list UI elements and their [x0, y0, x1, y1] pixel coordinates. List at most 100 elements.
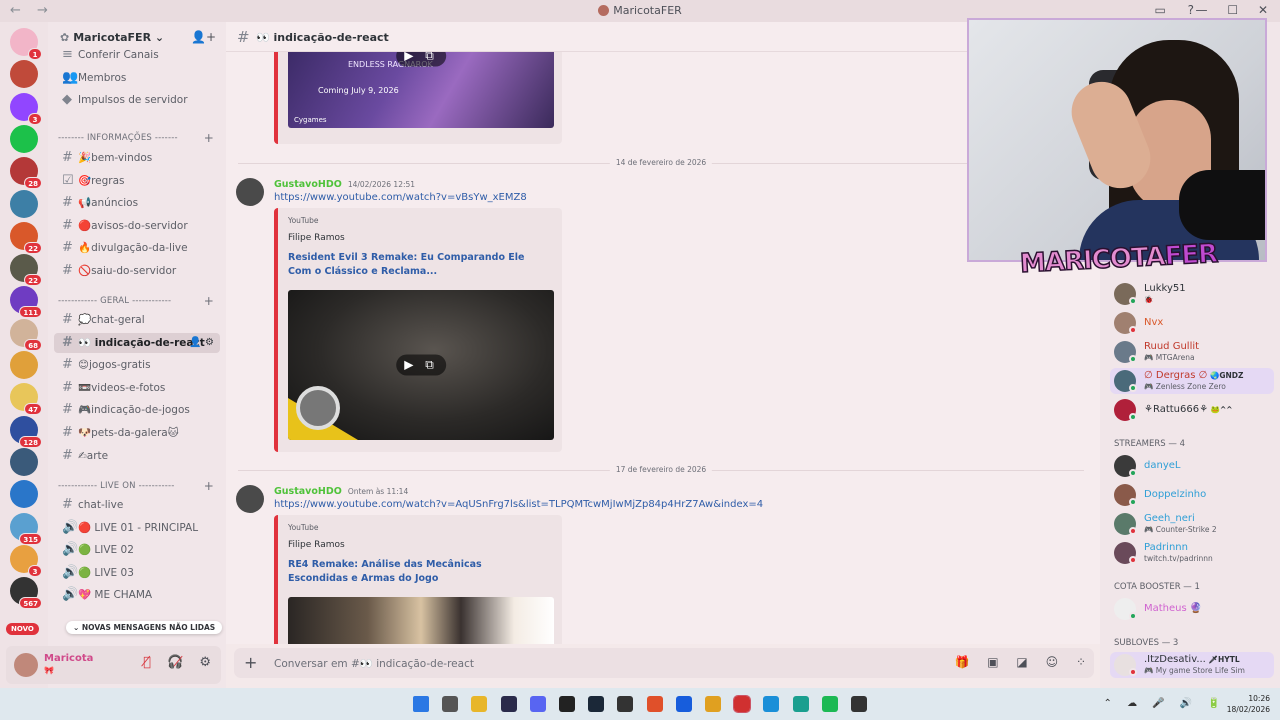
server-icon-server-a[interactable] [10, 60, 38, 89]
minimize-button[interactable]: — [1196, 3, 1208, 17]
server-icon-server-n[interactable]: 3 [10, 544, 42, 577]
app-icon[interactable] [851, 696, 867, 712]
inbox-icon[interactable]: ▭ [1154, 3, 1165, 17]
message-composer[interactable]: + Conversar em #👀 indicação-de-react 🎁 ▣… [234, 648, 1094, 678]
deafen-icon[interactable]: 🎧̸ [167, 655, 183, 670]
channel-1[interactable]: ☑ 🎯regras [54, 171, 220, 191]
discord-icon[interactable] [529, 696, 546, 712]
server-icon-server-twitch[interactable]: 3 [10, 92, 42, 125]
channel-2[interactable]: # 📢anúncios [54, 193, 220, 213]
explorer-icon[interactable] [471, 696, 488, 712]
channel-geral-0[interactable]: # 💭chat-geral [54, 310, 220, 330]
sidebar-item-2[interactable]: ◆ Impulsos de servidor [54, 90, 220, 110]
server-icon-server-l[interactable] [10, 480, 38, 509]
message-author[interactable]: GustavoHDO 14/02/2026 12:51 [274, 179, 415, 190]
server-icon-server-j[interactable]: 128 [10, 415, 42, 448]
video-thumbnail[interactable]: ▶ ⧉ [288, 290, 554, 440]
voice-channel-2[interactable]: 🔊🟢 LIVE 02 [54, 540, 220, 560]
channel-category[interactable]: -------- INFORMAÇÕES ------- + [58, 131, 218, 145]
sticker-icon[interactable]: ◪ [1016, 655, 1027, 669]
member-item[interactable]: Geeh_neri 🎮 Counter-Strike 2 [1114, 511, 1276, 537]
message-author[interactable]: GustavoHDO Ontem às 11:14 [274, 486, 408, 497]
clock[interactable]: 10:26 18/02/2026 [1227, 693, 1270, 715]
server-icon-server-b[interactable]: 28 [10, 157, 42, 190]
voice-channel-3[interactable]: 🔊🟢 LIVE 03 [54, 563, 220, 583]
new-messages-pill[interactable]: ⌄ NOVAS MENSAGENS NÃO LIDAS [66, 621, 223, 634]
server-icon-server-h[interactable] [10, 351, 38, 379]
bitwarden-icon[interactable] [675, 696, 692, 712]
channel-geral-1[interactable]: # 👀 indicação-de-react 👤 ⚙ [54, 332, 220, 353]
video-thumbnail[interactable]: ENDLESS RAGNAROK Coming July 9, 2026 Cyg… [288, 52, 554, 128]
channel-geral-2[interactable]: # 😊jogos-gratis [54, 355, 220, 375]
server-icon-server-g[interactable]: 68 [10, 318, 42, 351]
add-channel-icon[interactable]: + [204, 479, 214, 493]
play-icon[interactable]: ▶ ⧉ [396, 52, 446, 67]
chrome-icon[interactable] [705, 696, 721, 712]
avatar[interactable] [236, 485, 264, 513]
emoji-icon[interactable]: ☺ [1046, 655, 1059, 669]
invite-icon[interactable]: 👤+ [191, 30, 216, 44]
embed-author[interactable]: Filipe Ramos [288, 540, 345, 550]
server-icon-server-d[interactable]: 22 [10, 221, 42, 254]
member-item[interactable]: ∅ Dergras ∅ 🌏GNDZ 🎮 Zenless Zone Zero [1110, 368, 1274, 394]
system-tray[interactable]: ⌃ ☁ 🎤 🔊 🔋 [1104, 698, 1226, 709]
sidebar-item-0[interactable]: ≡ Conferir Canais [54, 45, 220, 65]
voice-channel-0[interactable]: # chat-live [54, 495, 220, 515]
channel-5[interactable]: # 🚫saiu-do-servidor [54, 261, 220, 281]
member-item[interactable]: Nvx [1114, 310, 1276, 336]
server-icon-server-k2[interactable] [10, 447, 38, 476]
gif-icon[interactable]: ▣ [987, 655, 998, 669]
member-item[interactable]: .ItzDesativ... 🗡HYTL 🎮 My game Store Life… [1110, 652, 1274, 678]
embed-title[interactable]: Resident Evil 3 Remake: Eu Comparando El… [288, 251, 538, 279]
terminal-icon[interactable] [500, 696, 517, 712]
server-icon-server-e[interactable]: 22 [10, 254, 42, 287]
server-icon-server-o[interactable]: 567 [10, 577, 42, 610]
member-item[interactable]: Padrinnn twitch.tv/padrinnn [1114, 540, 1276, 566]
avatar[interactable] [236, 178, 264, 206]
channel-geral-5[interactable]: # 🐶pets-da-galera🐱 [54, 423, 220, 443]
opera-icon[interactable] [733, 695, 752, 713]
member-item[interactable]: Ruud Gullit 🎮 MTGArena [1114, 339, 1276, 365]
message-link[interactable]: https://www.youtube.com/watch?v=AqUSnFrg… [274, 499, 763, 510]
server-icon-server-f[interactable]: 111 [10, 286, 42, 319]
channel-category[interactable]: ------------ LIVE ON ----------- + [58, 479, 218, 493]
close-button[interactable]: ✕ [1258, 3, 1268, 17]
voice-channel-1[interactable]: 🔊🔴 LIVE 01 - PRINCIPAL [54, 518, 220, 538]
mic-muted-icon[interactable]: 🎙̸ [143, 655, 151, 670]
epic-icon[interactable] [559, 696, 575, 712]
gear-icon[interactable]: ⚙ [199, 655, 211, 670]
embed-author[interactable]: Filipe Ramos [288, 233, 345, 243]
user-name[interactable]: Maricota [44, 653, 93, 664]
apps-icon[interactable]: ⁘ [1076, 655, 1086, 669]
member-item[interactable]: ⚘Rattu666⚘ 🐸^^ [1114, 397, 1276, 423]
obs-icon[interactable] [617, 696, 634, 712]
channel-geral-4[interactable]: # 🎮indicação-de-jogos [54, 400, 220, 420]
member-item[interactable]: danyeL [1114, 453, 1276, 479]
embed-title[interactable]: RE4 Remake: Análise das Mecânicas Escond… [288, 558, 538, 586]
channel-geral-6[interactable]: # ✍arte [54, 446, 220, 466]
channel-3[interactable]: # 🔴avisos-do-servidor [54, 216, 220, 236]
channel-geral-3[interactable]: # 📼videos-e-fotos [54, 378, 220, 398]
voice-channel-4[interactable]: 🔊💖 ME CHAMA [54, 585, 220, 605]
server-icon-server-k[interactable] [10, 124, 38, 153]
channel-0[interactable]: # 🎉bem-vindos [54, 148, 220, 168]
gift-icon[interactable]: 🎁 [954, 655, 969, 669]
server-icon-server-i[interactable]: 47 [10, 383, 42, 416]
add-channel-icon[interactable]: + [204, 131, 214, 145]
server-icon-dm-home[interactable]: 1 [10, 28, 42, 60]
channel-category[interactable]: ------------ GERAL ------------ + [58, 294, 218, 308]
channel-4[interactable]: # 🔥divulgação-da-live [54, 238, 220, 258]
channel-settings-icon[interactable]: 👤 ⚙ [189, 333, 214, 353]
message-link[interactable]: https://www.youtube.com/watch?v=vBsYw_xE… [274, 192, 527, 203]
message-input[interactable]: Conversar em #👀 indicação-de-react [274, 657, 474, 670]
play-icon[interactable]: ▶ ⧉ [396, 354, 446, 376]
windows-icon[interactable] [413, 696, 429, 712]
member-item[interactable]: Lukky51 🐞 [1114, 281, 1276, 307]
sidebar-item-1[interactable]: 👥Membros [54, 68, 220, 88]
spotify-icon[interactable] [821, 696, 838, 712]
edge-dev-icon[interactable] [792, 696, 809, 712]
brave-icon[interactable] [646, 696, 663, 712]
maximize-button[interactable]: ☐ [1227, 3, 1238, 17]
video-thumbnail[interactable] [288, 597, 554, 644]
member-item[interactable]: Doppelzinho [1114, 482, 1276, 508]
